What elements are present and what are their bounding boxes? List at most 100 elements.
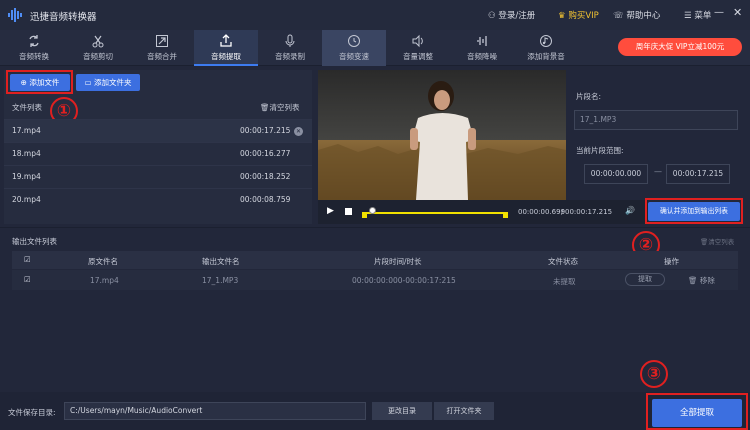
timeline-track[interactable] (365, 212, 507, 214)
clear-list-label: 清空列表 (269, 103, 300, 112)
output-clear-button[interactable]: 🗑清空列表 (700, 236, 734, 246)
scissors-icon (92, 35, 104, 48)
tab-label: 音频剪切 (83, 52, 113, 61)
tab-label: 音频降噪 (467, 52, 497, 61)
header-operations: 操作 (664, 257, 679, 266)
trash-icon: 🗑 (688, 276, 700, 285)
tab-label: 音频转换 (19, 52, 49, 61)
vip-icon: ♛ (558, 11, 569, 21)
tab-label: 音量调整 (403, 52, 433, 61)
tab-extract[interactable]: 音频提取 (194, 30, 258, 66)
volume-icon (412, 34, 423, 48)
add-folder-label: 添加文件夹 (93, 78, 132, 87)
segment-name-field[interactable]: 17_1.MP3 (574, 110, 738, 130)
segment-name-label: 片段名: (576, 92, 602, 101)
music-icon (540, 35, 552, 47)
file-list-title: 文件列表 (12, 103, 42, 112)
file-name: 19.mp4 (12, 172, 41, 181)
speed-icon (348, 35, 360, 47)
convert-icon (29, 35, 39, 47)
highlight-box-add-file (6, 70, 73, 94)
current-time: 00:00:00.699 (518, 208, 566, 216)
tab-denoise[interactable]: 音频降噪 (450, 30, 514, 66)
volume-icon[interactable]: 🔊 (625, 206, 635, 215)
stop-icon[interactable] (345, 208, 352, 215)
range-start-handle[interactable] (362, 212, 367, 218)
help-label: 帮助中心 (626, 11, 661, 21)
file-row[interactable]: 17.mp4 00:00:17.215 (4, 119, 312, 142)
merge-icon (156, 35, 168, 47)
row-checkbox[interactable]: ☑ (24, 275, 31, 284)
promo-banner[interactable]: 周年庆大促 VIP立减100元 (618, 38, 742, 56)
login-link[interactable]: ⚇ 登录/注册 (488, 9, 535, 21)
video-preview (318, 70, 566, 200)
tab-convert[interactable]: 音频转换 (2, 30, 66, 66)
row-segment-time: 00:00:00:000-00:00:17:215 (352, 276, 456, 285)
save-dir-label: 文件保存目录: (8, 408, 56, 417)
clear-list-button[interactable]: 🗑清空列表 (260, 102, 300, 113)
file-duration: 00:00:18.252 (240, 172, 291, 181)
tab-cut[interactable]: 音频剪切 (66, 30, 130, 66)
file-row[interactable]: 20.mp4 00:00:08.759 (4, 188, 312, 211)
file-name: 17.mp4 (12, 126, 41, 135)
row-remove-label: 移除 (699, 276, 715, 285)
range-end-field[interactable]: 00:00:17.215 (666, 164, 730, 184)
minimize-button[interactable]: — (714, 7, 724, 18)
tab-label: 音频录制 (275, 52, 305, 61)
total-time: 00:00:17.215 (565, 208, 613, 216)
file-duration: 00:00:16.277 (240, 149, 291, 158)
change-dir-button[interactable]: 更改目录 (372, 402, 432, 420)
menu-label: 菜单 (694, 11, 712, 21)
tab-label: 添加背景音 (527, 52, 565, 61)
tab-merge[interactable]: 音频合并 (130, 30, 194, 66)
open-folder-button[interactable]: 打开文件夹 (434, 402, 494, 420)
app-title: 迅捷音频转换器 (30, 12, 97, 23)
row-remove-button[interactable]: 🗑 移除 (688, 275, 715, 286)
row-output-name: 17_1.MP3 (202, 276, 239, 285)
file-duration: 00:00:17.215 (240, 126, 291, 135)
folder-icon: ▭ (84, 78, 94, 87)
highlight-box-extract-all (646, 393, 748, 430)
range-dash: — (654, 167, 662, 176)
file-row[interactable]: 19.mp4 00:00:18.252 (4, 165, 312, 188)
vip-label: 购买VIP (568, 11, 599, 21)
buy-vip-link[interactable]: ♛ 购买VIP (558, 9, 599, 21)
help-icon: ☏ (613, 11, 627, 21)
range-start-field[interactable]: 00:00:00.000 (584, 164, 648, 184)
file-name: 20.mp4 (12, 195, 41, 204)
row-status: 未提取 (553, 277, 576, 286)
help-center-link[interactable]: ☏ 帮助中心 (613, 9, 660, 21)
tab-label: 音频变速 (339, 52, 369, 61)
close-button[interactable]: ✕ (733, 6, 742, 19)
row-source-name: 17.mp4 (90, 276, 119, 285)
select-all-checkbox[interactable]: ☑ (24, 255, 31, 264)
segment-range-label: 当前片段范围: (576, 146, 624, 155)
playhead-knob[interactable] (369, 207, 376, 214)
tab-background-music[interactable]: 添加背景音 (514, 30, 578, 66)
row-extract-button[interactable]: 提取 (625, 273, 665, 286)
denoise-icon (477, 36, 487, 46)
range-end-handle[interactable] (503, 212, 508, 218)
highlight-box-confirm (645, 198, 743, 224)
delete-file-icon[interactable]: ✕ (294, 127, 303, 136)
tab-speed[interactable]: 音频变速 (322, 30, 386, 66)
microphone-icon (285, 34, 295, 47)
add-folder-button[interactable]: ▭ 添加文件夹 (76, 74, 140, 91)
tab-volume[interactable]: 音量调整 (386, 30, 450, 66)
step-marker-3: ③ (640, 360, 668, 388)
file-row[interactable]: 18.mp4 00:00:16.277 (4, 142, 312, 165)
menu-button[interactable]: ☰ 菜单 (684, 9, 711, 21)
tab-record[interactable]: 音频录制 (258, 30, 322, 66)
menu-icon: ☰ (684, 11, 695, 21)
app-logo-icon (8, 8, 22, 22)
tab-label: 音频提取 (211, 52, 241, 61)
header-output-name: 输出文件名 (202, 257, 240, 266)
play-icon[interactable]: ▶ (327, 206, 334, 216)
user-icon: ⚇ (488, 11, 499, 21)
extract-icon (220, 34, 232, 47)
header-status: 文件状态 (548, 257, 578, 266)
tab-label: 音频合并 (147, 52, 177, 61)
header-segment-time: 片段时间/时长 (374, 257, 422, 266)
save-dir-field[interactable]: C:/Users/mayn/Music/AudioConvert (64, 402, 366, 420)
file-name: 18.mp4 (12, 149, 41, 158)
